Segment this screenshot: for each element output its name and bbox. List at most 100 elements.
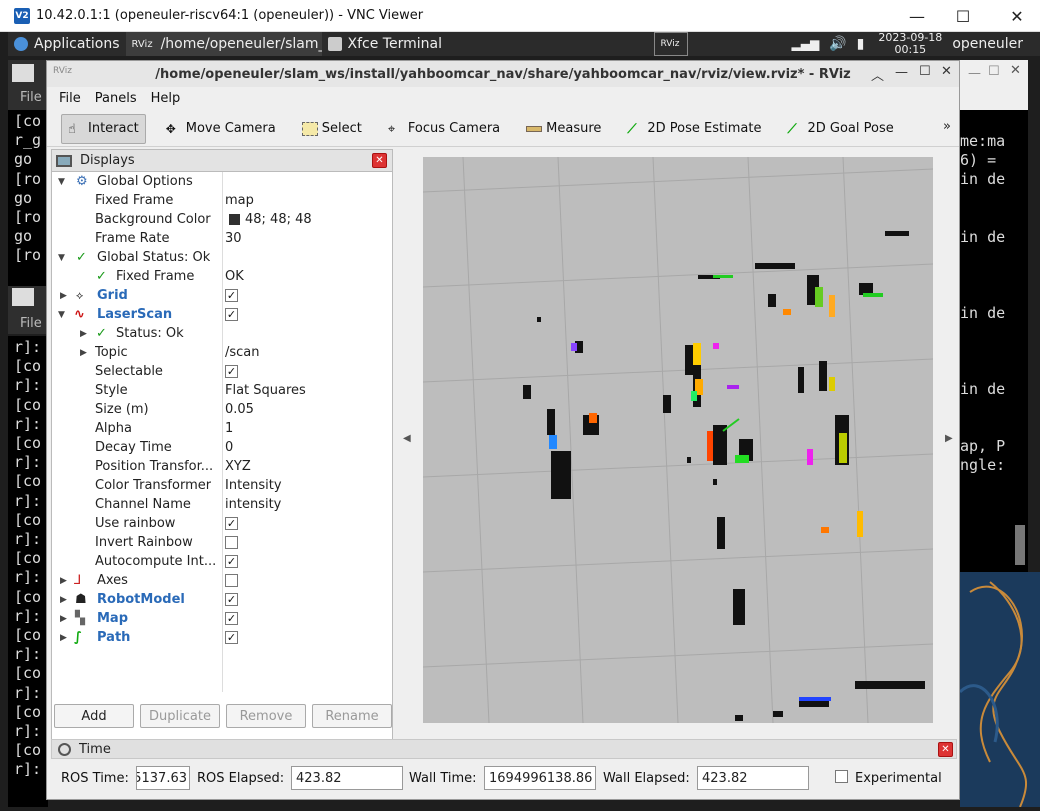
maximize-button[interactable]: ☐ <box>940 0 986 32</box>
expand-arrow-icon[interactable]: ▶ <box>60 633 67 643</box>
tree-row-size[interactable]: Size (m) 0.05 <box>52 400 392 419</box>
close-button[interactable]: ✕ <box>1010 63 1021 78</box>
tree-row-path[interactable]: ▶ ∫ Path ✓ <box>52 628 392 647</box>
tree-row-use-rainbow[interactable]: Use rainbow ✓ <box>52 514 392 533</box>
menu-help[interactable]: Help <box>151 91 181 106</box>
close-icon[interactable]: ✕ <box>938 742 953 757</box>
tool-interact[interactable]: ☝ Interact <box>61 113 146 144</box>
applications-menu[interactable]: Applications <box>8 32 126 56</box>
close-icon[interactable]: ✕ <box>372 153 387 168</box>
workspace-switcher[interactable]: RViz <box>653 32 688 56</box>
tree-row-channel-name[interactable]: Channel Name intensity <box>52 495 392 514</box>
wall-elapsed-field[interactable]: 423.82 <box>697 766 809 790</box>
remove-button[interactable]: Remove <box>226 704 306 728</box>
tree-row-frame-rate[interactable]: Frame Rate 30 <box>52 229 392 248</box>
battery-icon[interactable]: ▮ <box>857 36 865 52</box>
autocompute-checkbox[interactable]: ✓ <box>225 555 238 568</box>
tree-row-robotmodel[interactable]: ▶ ☗ RobotModel ✓ <box>52 590 392 609</box>
expand-arrow-icon[interactable]: ▶ <box>60 595 67 605</box>
terminal-file-menu[interactable]: File <box>20 90 42 105</box>
minimize-button[interactable]: — <box>895 65 908 80</box>
terminal-top-right[interactable]: me:ma 6) = in de in de in de in de ap, P… <box>960 110 1028 572</box>
expand-arrow-icon[interactable]: ▶ <box>60 291 67 301</box>
ros-elapsed-field[interactable]: 423.82 <box>291 766 403 790</box>
tree-row-autocompute-intensity[interactable]: Autocompute Int... ✓ <box>52 552 392 571</box>
experimental-checkbox[interactable] <box>835 770 848 783</box>
close-button[interactable]: ✕ <box>941 64 952 79</box>
expand-arrow-icon[interactable]: ▶ <box>80 348 87 358</box>
volume-icon[interactable]: 🔊 <box>829 36 846 52</box>
minimize-button[interactable]: — <box>968 66 981 81</box>
maximize-button[interactable]: ☐ <box>919 64 931 79</box>
terminal-top-left[interactable]: [co r_g go [ro go [ro go [ro <box>8 110 48 286</box>
ros-time-field[interactable]: 5137.63 <box>136 766 190 790</box>
map-icon: ▚ <box>75 611 85 626</box>
menu-panels[interactable]: Panels <box>95 91 137 106</box>
collapse-arrow-icon[interactable]: ▼ <box>58 310 65 320</box>
tool-2d-pose-estimate[interactable]: ⟋ 2D Pose Estimate <box>621 114 767 144</box>
render-viewport[interactable] <box>423 157 933 723</box>
tree-row-fixed-frame[interactable]: Fixed Frame map <box>52 191 392 210</box>
color-swatch[interactable] <box>229 214 240 225</box>
tree-row-grid[interactable]: ▶ ⟡ Grid ✓ <box>52 286 392 305</box>
shade-button[interactable]: ︿ <box>871 65 884 84</box>
tree-row-map[interactable]: ▶ ▚ Map ✓ <box>52 609 392 628</box>
tree-row-axes[interactable]: ▶ ⅃ Axes <box>52 571 392 590</box>
tree-row-style[interactable]: Style Flat Squares <box>52 381 392 400</box>
vnc-logo-icon: V2 <box>14 7 30 24</box>
tree-row-selectable[interactable]: Selectable ✓ <box>52 362 392 381</box>
tool-focus-camera[interactable]: ⌖ Focus Camera <box>382 114 506 144</box>
axes-enabled-checkbox[interactable] <box>225 574 238 587</box>
tree-row-position-transformer[interactable]: Position Transfor... XYZ <box>52 457 392 476</box>
tree-row-topic[interactable]: ▶ Topic /scan <box>52 343 392 362</box>
signal-icon[interactable]: ▂▄▆ <box>792 37 820 51</box>
grid-enabled-checkbox[interactable]: ✓ <box>225 289 238 302</box>
toolbar-overflow-button[interactable]: » <box>943 119 951 134</box>
tree-row-laserscan[interactable]: ▼ ∿ LaserScan ✓ <box>52 305 392 324</box>
tool-measure[interactable]: Measure <box>520 114 607 144</box>
terminal-bottom[interactable]: r]: [co r]: [co r]: [co r]: [co r]: [co … <box>8 336 48 807</box>
collapse-left-arrow-icon[interactable]: ◀ <box>403 433 411 444</box>
selectable-checkbox[interactable]: ✓ <box>225 365 238 378</box>
tree-row-background-color[interactable]: Background Color 48; 48; 48 <box>52 210 392 229</box>
duplicate-button[interactable]: Duplicate <box>140 704 220 728</box>
clock[interactable]: 2023-09-18 00:15 <box>878 32 942 56</box>
wall-time-field[interactable]: 1694996138.86 <box>484 766 596 790</box>
close-button[interactable]: ✕ <box>994 0 1040 32</box>
invert-rainbow-checkbox[interactable] <box>225 536 238 549</box>
tool-select[interactable]: Select <box>296 114 368 144</box>
tree-row-global-options[interactable]: ▼ ⚙ Global Options <box>52 172 392 191</box>
maximize-button[interactable]: ☐ <box>988 64 1000 79</box>
collapse-right-arrow-icon[interactable]: ▶ <box>945 433 953 444</box>
minimize-button[interactable]: — <box>894 0 940 32</box>
robotmodel-enabled-checkbox[interactable]: ✓ <box>225 593 238 606</box>
tree-row-color-transformer[interactable]: Color Transformer Intensity <box>52 476 392 495</box>
map-enabled-checkbox[interactable]: ✓ <box>225 612 238 625</box>
add-button[interactable]: Add <box>54 704 134 728</box>
laserscan-enabled-checkbox[interactable]: ✓ <box>225 308 238 321</box>
taskbar-item-terminal[interactable]: Xfce Terminal <box>322 32 652 56</box>
path-icon: ∫ <box>74 630 82 645</box>
tool-move-camera[interactable]: ✥ Move Camera <box>160 114 282 144</box>
tree-row-invert-rainbow[interactable]: Invert Rainbow <box>52 533 392 552</box>
collapse-arrow-icon[interactable]: ▼ <box>58 177 65 187</box>
expand-arrow-icon[interactable]: ▶ <box>80 329 87 339</box>
rename-button[interactable]: Rename <box>312 704 392 728</box>
tree-row-alpha[interactable]: Alpha 1 <box>52 419 392 438</box>
path-enabled-checkbox[interactable]: ✓ <box>225 631 238 644</box>
taskbar-item-rviz[interactable]: RViz /home/openeuler/slam_... <box>125 32 322 56</box>
expand-arrow-icon[interactable]: ▶ <box>60 614 67 624</box>
tree-row-laserscan-status[interactable]: ▶ ✓ Status: Ok <box>52 324 392 343</box>
tool-2d-goal-pose[interactable]: ⟋ 2D Goal Pose <box>781 114 899 144</box>
expand-arrow-icon[interactable]: ▶ <box>60 576 67 586</box>
terminal-file-menu[interactable]: File <box>20 316 42 331</box>
terminal-scrollbar[interactable] <box>1015 525 1025 565</box>
tree-row-status-fixed-frame[interactable]: ✓ Fixed Frame OK <box>52 267 392 286</box>
tree-row-global-status[interactable]: ▼ ✓ Global Status: Ok <box>52 248 392 267</box>
user-name[interactable]: openeuler <box>952 36 1023 52</box>
menu-file[interactable]: File <box>59 91 81 106</box>
vnc-window-title: 10.42.0.1:1 (openeuler-riscv64:1 (openeu… <box>36 8 424 23</box>
use-rainbow-checkbox[interactable]: ✓ <box>225 517 238 530</box>
tree-row-decay-time[interactable]: Decay Time 0 <box>52 438 392 457</box>
collapse-arrow-icon[interactable]: ▼ <box>58 253 65 263</box>
